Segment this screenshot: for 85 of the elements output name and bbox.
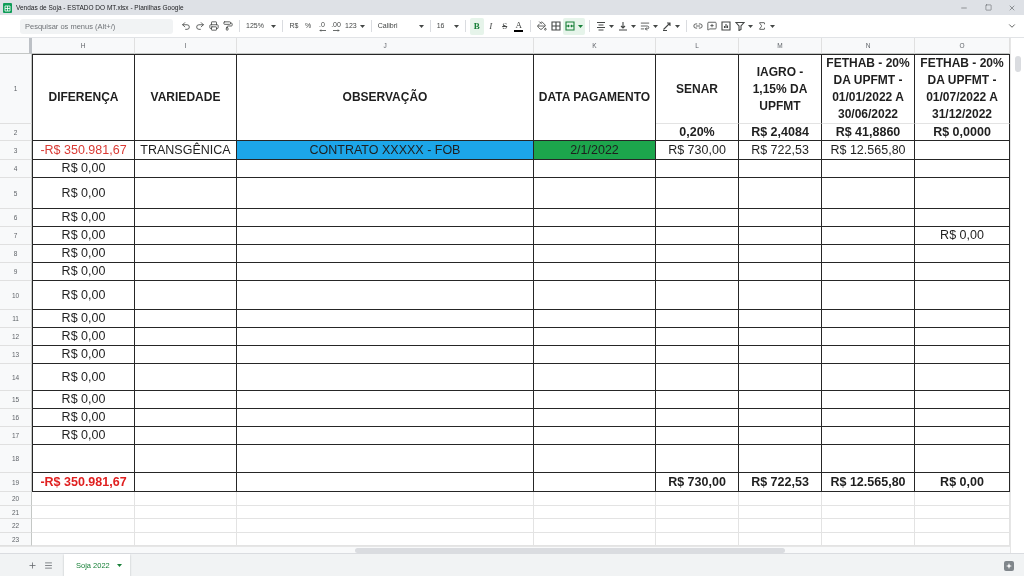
- table-cell[interactable]: R$ 0,00: [32, 227, 135, 245]
- table-cell[interactable]: CONTRATO XXXXX - FOB: [237, 141, 534, 160]
- printer-icon: [209, 21, 219, 31]
- column-title[interactable]: DIFERENÇA: [32, 54, 135, 141]
- undo-icon: [181, 21, 191, 31]
- arrow-left-icon: [318, 28, 326, 32]
- diagonal-arrow-icon: [661, 21, 672, 31]
- spreadsheet-icon: [3, 2, 12, 13]
- table-cell[interactable]: R$ 0,00: [32, 245, 135, 263]
- caret-icon: [359, 24, 365, 28]
- color-bar-icon: [514, 29, 524, 32]
- merge-icon: [564, 21, 575, 31]
- rate-cell[interactable]: R$ 41,8860: [822, 124, 915, 141]
- paint-bucket-icon: [536, 21, 547, 31]
- total-cell[interactable]: -R$ 350.981,67: [32, 473, 135, 492]
- sigma-icon: [756, 21, 767, 31]
- table-cell[interactable]: R$ 0,00: [32, 209, 135, 227]
- rate-cell[interactable]: R$ 0,0000: [915, 124, 1010, 141]
- table-cell[interactable]: R$ 0,00: [32, 409, 135, 427]
- caret-icon: [453, 24, 459, 28]
- rate-cell[interactable]: R$ 2,4084: [739, 124, 822, 141]
- column-title[interactable]: FETHAB - 20% DA UPFMT - 01/07/2022 A 31/12/2022: [915, 54, 1010, 124]
- table-cell[interactable]: R$ 0,00: [32, 281, 135, 310]
- table-cell[interactable]: TRANSGÊNICA: [135, 141, 237, 160]
- table-cell[interactable]: R$ 722,53: [739, 141, 822, 160]
- table-cell[interactable]: R$ 0,00: [32, 328, 135, 346]
- table-cell[interactable]: R$ 0,00: [32, 364, 135, 391]
- total-cell[interactable]: R$ 722,53: [739, 473, 822, 492]
- redo-icon: [195, 21, 205, 31]
- text-wrap-icon: [639, 21, 650, 31]
- table-cell[interactable]: R$ 0,00: [32, 310, 135, 328]
- plus-icon: [27, 560, 37, 570]
- table-cell[interactable]: R$ 0,00: [32, 263, 135, 281]
- table-cell[interactable]: R$ 730,00: [656, 141, 739, 160]
- table-cell[interactable]: R$ 0,00: [32, 427, 135, 445]
- menu-icon: [43, 560, 53, 570]
- grid-icon: [550, 21, 561, 31]
- column-title[interactable]: OBSERVAÇÃO: [237, 54, 534, 141]
- sparkle-icon: [1004, 561, 1014, 571]
- table-cell[interactable]: R$ 0,00: [32, 160, 135, 178]
- caret-icon: [747, 24, 753, 28]
- comment-icon: [706, 21, 717, 31]
- column-title[interactable]: IAGRO - 1,15% DA UPFMT: [739, 54, 822, 124]
- column-title[interactable]: DATA PAGAMENTO: [534, 54, 656, 141]
- table-cell[interactable]: R$ 0,00: [32, 178, 135, 209]
- arrow-right-icon: [332, 28, 340, 32]
- explore-button[interactable]: [1002, 559, 1016, 573]
- column-title[interactable]: VARIEDADE: [135, 54, 237, 141]
- column-title[interactable]: FETHAB - 20% DA UPFMT - 01/01/2022 A 30/06/2022: [822, 54, 915, 124]
- scrollbar-thumb[interactable]: [355, 548, 785, 553]
- chevron-down-icon: [1007, 21, 1017, 31]
- align-bottom-icon: [617, 21, 628, 31]
- caret-icon: [608, 24, 614, 28]
- caret-icon: [271, 24, 276, 28]
- column-title[interactable]: SENAR: [656, 54, 739, 124]
- bold-button[interactable]: B: [469, 17, 484, 35]
- scrollbar-thumb[interactable]: [1015, 56, 1021, 72]
- table-cell[interactable]: R$ 0,00: [32, 346, 135, 364]
- table-cell[interactable]: R$ 0,00: [32, 391, 135, 409]
- link-icon: [692, 21, 703, 31]
- table-cell[interactable]: -R$ 350.981,67: [32, 141, 135, 160]
- rate-cell[interactable]: 0,20%: [656, 124, 739, 141]
- italic-button[interactable]: I: [483, 17, 498, 35]
- caret-icon: [577, 24, 583, 28]
- align-center-icon: [595, 21, 606, 31]
- table-cell[interactable]: R$ 12.565,80: [822, 141, 915, 160]
- filter-icon: [734, 21, 745, 31]
- merge-cells-button[interactable]: [562, 17, 585, 35]
- close-icon: [1008, 3, 1016, 12]
- caret-icon: [418, 24, 424, 28]
- caret-icon: [116, 563, 122, 567]
- table-cell[interactable]: R$ 0,00: [915, 227, 1010, 245]
- table-cell[interactable]: 2/1/2022: [534, 141, 656, 160]
- caret-icon: [630, 24, 636, 28]
- text-color-button[interactable]: A: [511, 17, 526, 35]
- caret-icon: [652, 24, 658, 28]
- strikethrough-button[interactable]: S: [497, 17, 512, 35]
- paint-roller-icon: [223, 21, 233, 31]
- total-cell[interactable]: R$ 12.565,80: [822, 473, 915, 492]
- caret-icon: [674, 24, 680, 28]
- caret-icon: [769, 24, 775, 28]
- total-cell[interactable]: R$ 730,00: [656, 473, 739, 492]
- chart-icon: [720, 21, 731, 31]
- total-cell[interactable]: R$ 0,00: [915, 473, 1010, 492]
- vertical-scrollbar[interactable]: [1010, 38, 1024, 553]
